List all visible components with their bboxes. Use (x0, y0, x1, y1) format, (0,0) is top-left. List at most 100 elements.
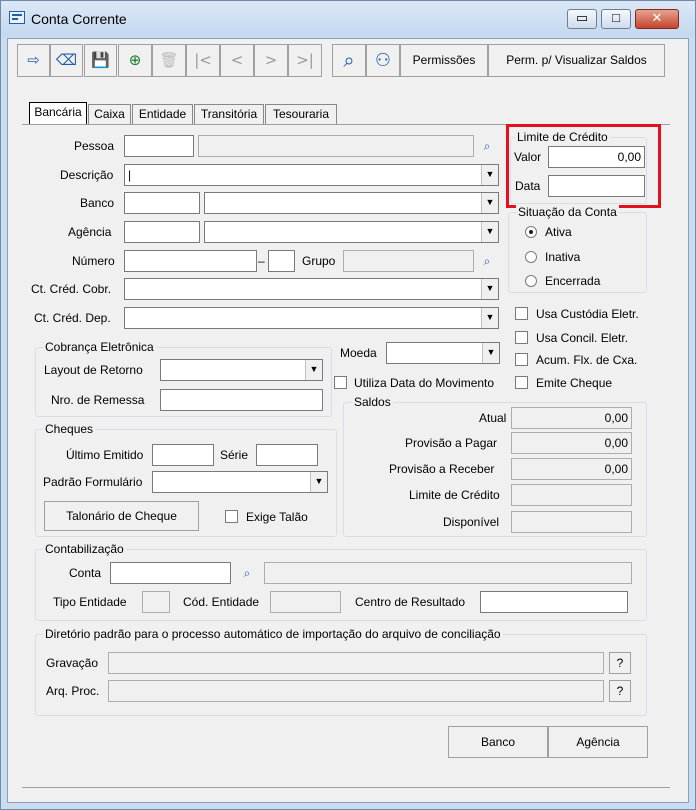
usa-concil-label: Usa Concil. Eletr. (536, 331, 629, 345)
numero-dash: – (258, 254, 265, 268)
perm-saldos-button[interactable]: Perm. p/ Visualizar Saldos (488, 44, 665, 77)
numero-input[interactable] (124, 250, 257, 272)
maximize-button[interactable]: □ (601, 9, 631, 29)
ultimo-emitido-input[interactable] (152, 444, 214, 466)
arq-proc-browse-button[interactable]: ? (609, 680, 631, 702)
eraser-icon[interactable]: ⌫ (50, 44, 83, 77)
pessoa-search-icon[interactable]: ⌕ (477, 136, 497, 156)
contabilizacao-title: Contabilização (43, 542, 126, 556)
pessoa-label: Pessoa (74, 139, 115, 153)
tab-tesouraria[interactable]: Tesouraria (265, 104, 337, 124)
minimize-button[interactable]: ▭ (567, 9, 597, 29)
saldos-title: Saldos (352, 395, 393, 409)
permissions-button[interactable]: Permissões (400, 44, 488, 77)
chevron-down-icon[interactable]: ▼ (481, 308, 498, 328)
saldo-limite-value (511, 484, 632, 506)
exige-talao-label: Exige Talão (246, 510, 308, 524)
exige-talao-checkbox[interactable] (225, 510, 238, 523)
cheques-title: Cheques (43, 422, 96, 436)
diretorio-title: Diretório padrão para o processo automát… (43, 627, 503, 641)
saldo-prov-pagar-value: 0,00 (511, 432, 632, 454)
emite-cheque-label: Emite Cheque (536, 376, 613, 390)
tab-bancaria[interactable]: Bancária (29, 102, 87, 124)
cobranca-title: Cobrança Eletrônica (43, 340, 156, 354)
conta-input[interactable] (110, 562, 231, 584)
emite-cheque-checkbox[interactable] (515, 376, 528, 389)
padrao-formulario-combo[interactable] (152, 471, 328, 493)
exit-icon[interactable]: ⇨ (17, 44, 50, 77)
chevron-down-icon[interactable]: ▼ (310, 472, 327, 492)
serie-input[interactable] (256, 444, 318, 466)
tab-transitoria[interactable]: Transitória (194, 104, 264, 124)
prev-record-icon[interactable]: < (220, 44, 254, 77)
chevron-down-icon[interactable]: ▼ (482, 343, 499, 363)
chevron-down-icon[interactable]: ▼ (481, 193, 498, 213)
ultimo-emitido-label: Último Emitido (66, 448, 144, 462)
moeda-label: Moeda (340, 346, 377, 360)
agencia-name-combo[interactable] (204, 221, 499, 243)
agencia-code-input[interactable] (124, 221, 200, 243)
chevron-down-icon[interactable]: ▼ (305, 360, 322, 380)
agencia-button[interactable]: Agência (548, 726, 648, 758)
serie-label: Série (220, 448, 249, 462)
search-icon[interactable]: ⌕ (332, 44, 366, 77)
next-record-icon[interactable]: > (254, 44, 288, 77)
situacao-title: Situação da Conta (516, 205, 619, 219)
first-record-icon[interactable]: |< (186, 44, 220, 77)
saldo-disponivel-label: Disponível (443, 515, 500, 529)
chevron-down-icon[interactable]: ▼ (481, 279, 498, 299)
conta-desc-input (264, 562, 632, 584)
pessoa-code-input[interactable] (124, 135, 194, 157)
nro-remessa-label: Nro. de Remessa (51, 393, 145, 407)
tab-caixa[interactable]: Caixa (88, 104, 131, 124)
saldo-atual-value: 0,00 (511, 407, 632, 429)
acum-flx-label: Acum. Flx. de Cxa. (536, 353, 638, 367)
tab-entidade[interactable]: Entidade (132, 104, 193, 124)
usa-concil-checkbox[interactable] (515, 331, 528, 344)
utiliza-data-label: Utiliza Data do Movimento (354, 376, 495, 390)
conta-search-icon[interactable]: ⌕ (237, 563, 257, 583)
highlight-box (506, 124, 661, 208)
talonario-button[interactable]: Talonário de Cheque (44, 501, 199, 531)
acum-flx-checkbox[interactable] (515, 353, 528, 366)
radio-inativa[interactable] (525, 251, 537, 263)
grupo-label: Grupo (302, 254, 336, 268)
saldo-prov-receber-label: Provisão a Receber (389, 462, 495, 476)
grupo-search-icon[interactable]: ⌕ (477, 251, 497, 271)
gravacao-input (108, 652, 604, 674)
utiliza-data-checkbox[interactable] (334, 376, 347, 389)
usa-custodia-checkbox[interactable] (515, 307, 528, 320)
centro-resultado-label: Centro de Resultado (355, 595, 466, 609)
diretorio-group (35, 634, 647, 716)
save-icon[interactable]: 💾 (84, 44, 117, 77)
banco-button[interactable]: Banco (448, 726, 548, 758)
user-icon[interactable]: ⚇ (366, 44, 400, 77)
title-bar: Conta Corrente ▭ □ ✕ (1, 1, 695, 37)
chevron-down-icon[interactable]: ▼ (481, 222, 498, 242)
numero-digit-input[interactable] (268, 250, 295, 272)
nro-remessa-input[interactable] (160, 389, 323, 411)
add-icon[interactable]: ⊕ (118, 44, 152, 77)
ct-cred-dep-combo[interactable] (124, 307, 499, 329)
gravacao-browse-button[interactable]: ? (609, 652, 631, 674)
gravacao-label: Gravação (46, 656, 99, 670)
chevron-down-icon[interactable]: ▼ (481, 165, 498, 185)
delete-icon[interactable]: 🗑 (152, 44, 186, 77)
centro-resultado-input[interactable] (480, 591, 628, 613)
ct-cred-cobr-label: Ct. Créd. Cobr. (31, 282, 112, 296)
close-button[interactable]: ✕ (635, 9, 679, 29)
layout-retorno-combo[interactable] (160, 359, 323, 381)
banco-label: Banco (80, 196, 115, 210)
arq-proc-label: Arq. Proc. (46, 684, 100, 698)
tipo-entidade-input (142, 591, 170, 613)
radio-encerrada[interactable] (525, 275, 537, 287)
radio-ativa[interactable] (525, 226, 537, 238)
ct-cred-cobr-combo[interactable] (124, 278, 499, 300)
descricao-label: Descrição (60, 168, 114, 182)
descricao-combo[interactable]: | (124, 164, 499, 186)
radio-encerrada-label: Encerrada (545, 274, 601, 288)
banco-name-combo[interactable] (204, 192, 499, 214)
saldo-limite-label: Limite de Crédito (409, 488, 500, 502)
last-record-icon[interactable]: >| (288, 44, 322, 77)
banco-code-input[interactable] (124, 192, 200, 214)
